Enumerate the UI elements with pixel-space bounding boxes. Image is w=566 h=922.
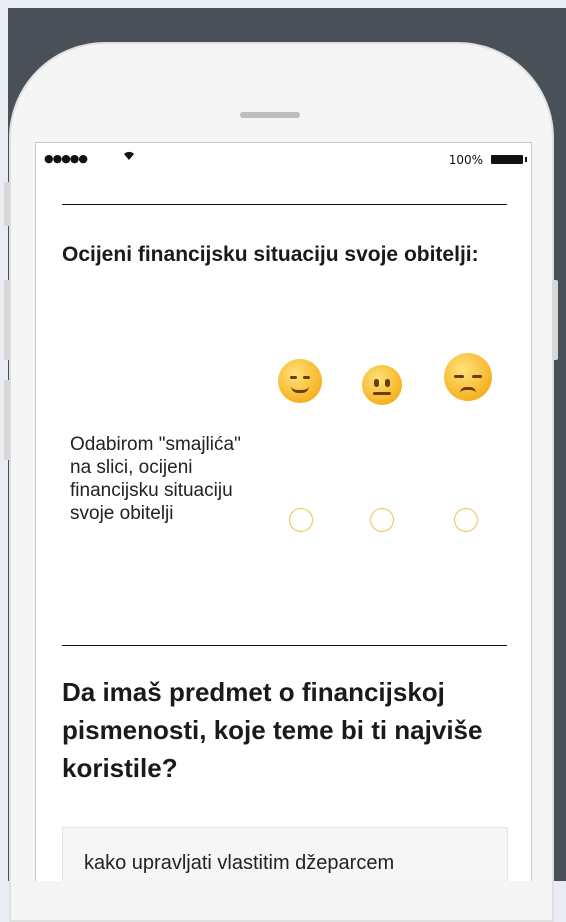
rating-row-label: Odabirom "smajlića" na slici, ocijeni fi…: [70, 434, 241, 524]
phone-screen: ●●●●● 100% Ocijeni financijsku situaciju…: [35, 142, 532, 881]
section-divider: [62, 645, 507, 646]
phone-side-button: [4, 380, 10, 460]
phone-speaker: [240, 112, 300, 118]
rating-radio-neutral[interactable]: [370, 508, 394, 532]
wifi-icon: [122, 149, 136, 165]
battery-percentage: 100%: [448, 153, 483, 167]
phone-side-button: [4, 182, 10, 226]
status-bar: ●●●●● 100%: [36, 143, 531, 177]
phone-power-button: [552, 280, 558, 360]
smiling-face-icon: [278, 359, 322, 403]
rating-radio-sad[interactable]: [454, 508, 478, 532]
question-title: Da imaš predmet o financijskoj pismenost…: [62, 677, 483, 783]
phone-side-button: [4, 280, 10, 360]
neutral-face-icon: [362, 365, 402, 405]
signal-icon: ●●●●●: [44, 152, 88, 165]
answer-field[interactable]: kako upravljati vlastitim džeparcem: [62, 827, 508, 881]
battery-icon: [491, 155, 527, 164]
rating-radio-happy[interactable]: [289, 508, 313, 532]
section-divider: [62, 204, 507, 205]
question-title: Ocijeni financijsku situaciju svoje obit…: [62, 243, 479, 266]
pensive-face-icon: [444, 353, 492, 401]
